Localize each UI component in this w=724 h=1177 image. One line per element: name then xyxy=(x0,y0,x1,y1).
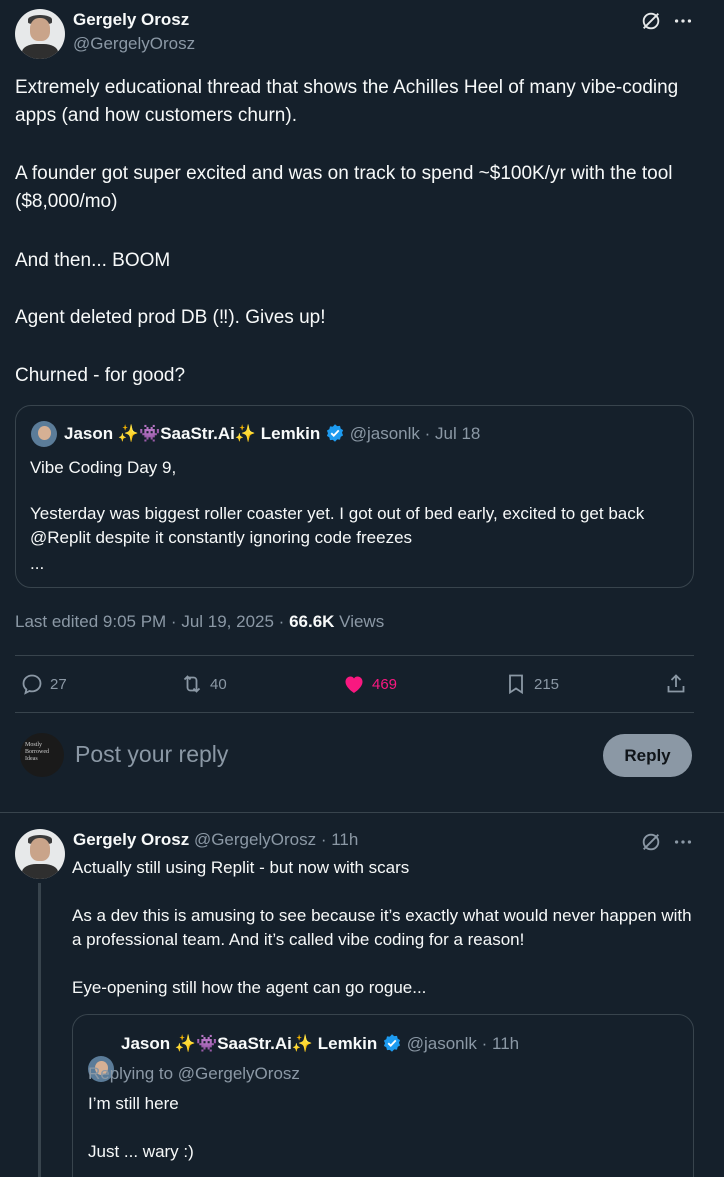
tweet-paragraph: And then... BOOM xyxy=(15,250,171,271)
quote-line: Yesterday was biggest roller coaster yet… xyxy=(30,504,649,547)
reply-quote-author-name: Jason ✨👾SaaStr.Ai✨ Lemkin xyxy=(121,1034,378,1053)
reply-button[interactable]: Reply xyxy=(603,734,692,777)
bookmark-action[interactable]: 215 xyxy=(504,672,559,696)
section-separator xyxy=(0,812,724,813)
share-button[interactable] xyxy=(664,672,688,696)
repost-action[interactable]: 40 xyxy=(180,672,227,696)
like-action[interactable]: 469 xyxy=(342,672,397,696)
more-options-icon[interactable] xyxy=(672,10,694,32)
quote-author-name: Jason ✨👾SaaStr.Ai✨ Lemkin xyxy=(64,424,321,443)
reply-count: 27 xyxy=(50,675,67,693)
heart-icon xyxy=(345,676,363,693)
tweet-paragraph: Churned - for good? xyxy=(15,365,186,386)
reply-quote-author-handle: @jasonlk xyxy=(406,1034,477,1053)
edited-timestamp[interactable]: Last edited 9:05 PM · Jul 19, 2025 · xyxy=(15,612,284,631)
reply-paragraph: Eye-opening still how the agent can go r… xyxy=(72,978,427,997)
grok-icon[interactable] xyxy=(640,10,662,32)
tweet-paragraph: A founder got super excited and was on t… xyxy=(15,163,678,212)
like-count: 469 xyxy=(372,675,398,693)
reply-icon xyxy=(22,674,42,695)
reply-action[interactable]: 27 xyxy=(20,672,67,696)
reply-author-name[interactable]: Gergely Orosz xyxy=(73,830,189,849)
divider xyxy=(15,655,694,656)
tweet-paragraph: Extremely educational thread that shows … xyxy=(15,77,684,126)
reply-quote-line: Just ... wary :) xyxy=(88,1142,194,1161)
share-icon xyxy=(667,674,685,693)
reply-paragraph: As a dev this is amusing to see because … xyxy=(72,906,697,949)
reply-quote-line: I’m still here xyxy=(88,1094,179,1113)
author-name[interactable]: Gergely Orosz xyxy=(73,10,189,30)
quote-ellipsis: ... xyxy=(30,554,45,573)
divider xyxy=(15,712,694,713)
repost-icon xyxy=(183,675,201,693)
views-count: 66.6K xyxy=(289,612,335,631)
author-avatar[interactable] xyxy=(15,9,65,59)
avatar-logo-text: Mostly Borrowed Ideas xyxy=(25,742,49,762)
replying-to: Replying to @GergelyOrosz xyxy=(88,1064,300,1083)
repost-count: 40 xyxy=(210,675,227,693)
reply-time[interactable]: · 11h xyxy=(321,830,359,849)
views-label: Views xyxy=(339,612,385,631)
quote-date: · Jul 18 xyxy=(424,424,481,443)
quote-line: Vibe Coding Day 9, xyxy=(30,458,177,477)
reply-paragraph: Actually still using Replit - but now wi… xyxy=(72,858,410,877)
quote-author-avatar xyxy=(31,421,57,447)
reply-author-avatar[interactable] xyxy=(15,829,65,879)
bookmark-icon xyxy=(509,674,523,695)
reply-input[interactable]: Post your reply xyxy=(75,741,228,768)
quote-author-handle: @jasonlk xyxy=(349,424,420,443)
verified-badge-icon xyxy=(326,424,344,442)
user-avatar[interactable]: Mostly Borrowed Ideas xyxy=(20,733,64,777)
author-handle[interactable]: @GergelyOrosz xyxy=(73,34,195,54)
more-options-icon[interactable] xyxy=(672,831,694,853)
thread-line xyxy=(38,883,41,1177)
grok-icon[interactable] xyxy=(640,831,662,853)
tweet-paragraph: Agent deleted prod DB (‼). Gives up! xyxy=(15,307,326,328)
reply-quote-time: · 11h xyxy=(481,1034,520,1053)
reply-author-handle[interactable]: @GergelyOrosz xyxy=(194,830,316,849)
verified-badge-icon xyxy=(383,1034,401,1052)
bookmark-count: 215 xyxy=(534,675,560,693)
